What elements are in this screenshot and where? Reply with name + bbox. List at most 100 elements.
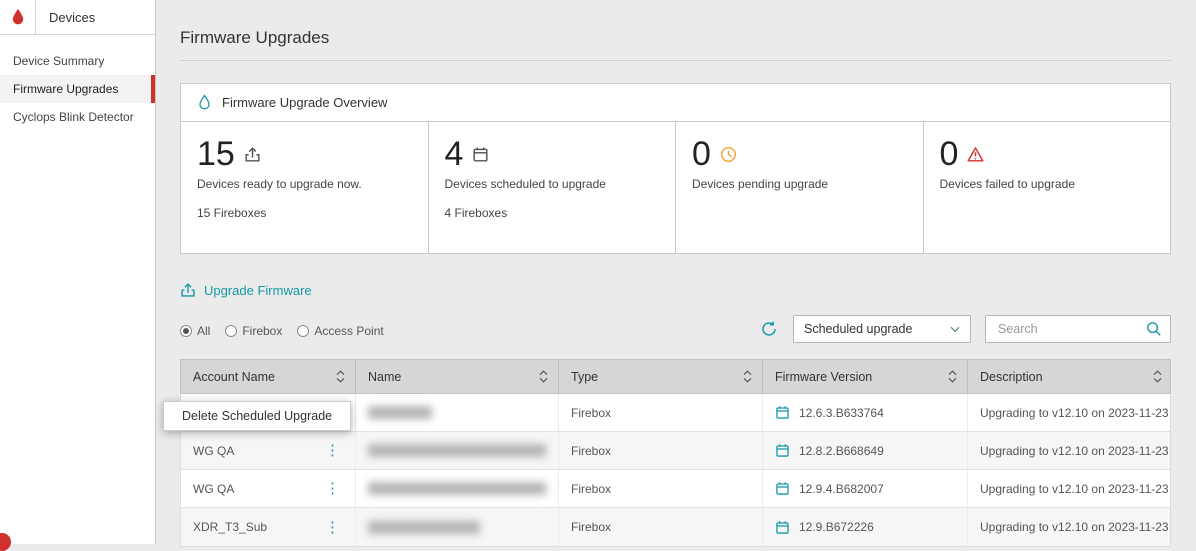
title-divider (180, 60, 1171, 61)
cell-firmware-version: 12.9.B672226 (763, 508, 968, 546)
stat-label: Devices ready to upgrade now. (197, 177, 412, 191)
table-controls: All Firebox Access Point Scheduled upgra… (180, 315, 1171, 343)
overview-card-header: Firmware Upgrade Overview (181, 84, 1170, 122)
column-header-type[interactable]: Type (559, 360, 763, 393)
stat-label: Devices failed to upgrade (940, 177, 1155, 191)
column-label: Description (980, 370, 1043, 384)
chevron-down-icon (950, 326, 960, 333)
upgrade-firmware-button[interactable]: Upgrade Firmware (180, 282, 312, 298)
cell-description: Upgrading to v12.10 on 2023-11-23 ... (968, 432, 1172, 469)
filter-label: Firebox (242, 324, 282, 338)
radio-icon (297, 325, 309, 337)
column-header-name[interactable]: Name (356, 360, 559, 393)
cell-type: Firebox (559, 508, 763, 546)
cell-type: Firebox (559, 432, 763, 469)
column-header-firmware-version[interactable]: Firmware Version (763, 360, 968, 393)
cell-account-name: WG QA ⋮ (181, 432, 356, 469)
table-row[interactable]: XDR_T3_Sub ⋮ Firebox 12.9.B672226 Upgrad… (181, 508, 1170, 546)
calendar-icon (472, 146, 489, 163)
search-icon (1146, 321, 1162, 337)
column-header-account-name[interactable]: Account Name (181, 360, 356, 393)
stat-sub: 4 Fireboxes (445, 206, 660, 220)
table-header: Account Name Name Type Firmware Version … (180, 359, 1171, 394)
column-label: Account Name (193, 370, 275, 384)
cell-firmware-version: 12.6.3.B633764 (763, 394, 968, 431)
row-actions-button[interactable]: ⋮ (322, 443, 343, 458)
cell-account-name: WG QA ⋮ (181, 470, 356, 507)
redacted-name (368, 406, 432, 419)
sidebar-item-device-summary[interactable]: Device Summary (0, 47, 155, 75)
stat-label: Devices pending upgrade (692, 177, 907, 191)
stat-scheduled: 4 Devices scheduled to upgrade 4 Firebox… (429, 122, 677, 253)
redacted-name (368, 444, 546, 457)
sidebar-item-firmware-upgrades[interactable]: Firmware Upgrades (0, 75, 155, 103)
filter-radio-firebox[interactable]: Firebox (225, 324, 282, 338)
calendar-icon (775, 520, 790, 535)
calendar-icon (775, 481, 790, 496)
cell-description: Upgrading to v12.10 on 2023-11-23 ... (968, 470, 1172, 507)
firmware-version: 12.8.2.B668649 (799, 444, 884, 458)
upload-icon (180, 282, 196, 298)
cell-type: Firebox (559, 470, 763, 507)
redacted-name (368, 482, 546, 495)
filter-label: Access Point (314, 324, 383, 338)
refresh-button[interactable] (759, 319, 779, 339)
stat-ready-to-upgrade: 15 Devices ready to upgrade now. 15 Fire… (181, 122, 429, 253)
warning-icon (967, 146, 984, 163)
sidebar-header: Devices (0, 0, 155, 35)
cell-account-name: XDR_T3_Sub ⋮ (181, 508, 356, 546)
stat-pending: 0 Devices pending upgrade (676, 122, 924, 253)
column-label: Type (571, 370, 598, 384)
firmware-table: Account Name Name Type Firmware Version … (180, 359, 1171, 547)
context-menu: Delete Scheduled Upgrade (163, 401, 351, 431)
upload-icon (244, 146, 261, 163)
cell-name (356, 394, 559, 431)
account-name: WG QA (193, 482, 234, 496)
table-row[interactable]: WG QA ⋮ Firebox 12.8.2.B668649 Upgrading… (181, 432, 1170, 470)
page-title: Firmware Upgrades (180, 28, 1171, 48)
overview-card: Firmware Upgrade Overview 15 Devices rea… (180, 83, 1171, 254)
account-name: WG QA (193, 444, 234, 458)
cell-description: Upgrading to v12.10 on 2023-11-23 ... (968, 394, 1172, 431)
filter-label: All (197, 324, 210, 338)
row-actions-button[interactable]: ⋮ (322, 481, 343, 496)
calendar-icon (775, 405, 790, 420)
sidebar-item-cyclops-blink-detector[interactable]: Cyclops Blink Detector (0, 103, 155, 131)
drop-icon (197, 94, 212, 111)
row-actions-button[interactable]: ⋮ (322, 520, 343, 535)
sort-icon (948, 370, 957, 383)
sort-icon (743, 370, 752, 383)
cell-name (356, 508, 559, 546)
stat-value: 15 (197, 134, 235, 174)
table-row[interactable]: WG QA ⋮ Firebox 12.9.4.B682007 Upgrading… (181, 470, 1170, 508)
drop-logo-icon (10, 8, 26, 26)
cell-firmware-version: 12.9.4.B682007 (763, 470, 968, 507)
context-menu-item-delete-scheduled-upgrade[interactable]: Delete Scheduled Upgrade (164, 402, 350, 430)
firmware-version: 12.6.3.B633764 (799, 406, 884, 420)
cell-type: Firebox (559, 394, 763, 431)
calendar-icon (775, 443, 790, 458)
overview-stats: 15 Devices ready to upgrade now. 15 Fire… (181, 122, 1170, 253)
cell-name (356, 432, 559, 469)
main-content: Firmware Upgrades Firmware Upgrade Overv… (156, 0, 1196, 544)
stat-value: 0 (940, 134, 959, 174)
firmware-version: 12.9.4.B682007 (799, 482, 884, 496)
brand-logo[interactable] (0, 0, 36, 34)
search-input[interactable] (996, 321, 1146, 337)
sort-icon (336, 370, 345, 383)
sidebar-section-title: Devices (36, 0, 95, 34)
sidebar-nav: Device Summary Firmware Upgrades Cyclops… (0, 35, 155, 131)
sidebar: Devices Device Summary Firmware Upgrades… (0, 0, 156, 544)
column-header-description[interactable]: Description (968, 360, 1172, 393)
filter-radio-all[interactable]: All (180, 324, 210, 338)
device-type-filter: All Firebox Access Point (180, 324, 384, 338)
stat-value: 0 (692, 134, 711, 174)
column-label: Name (368, 370, 401, 384)
search-box (985, 315, 1171, 343)
right-controls: Scheduled upgrade (759, 315, 1171, 343)
filter-radio-access-point[interactable]: Access Point (297, 324, 383, 338)
column-label: Firmware Version (775, 370, 872, 384)
sort-icon (1153, 370, 1162, 383)
sort-icon (539, 370, 548, 383)
upgrade-status-dropdown[interactable]: Scheduled upgrade (793, 315, 971, 343)
